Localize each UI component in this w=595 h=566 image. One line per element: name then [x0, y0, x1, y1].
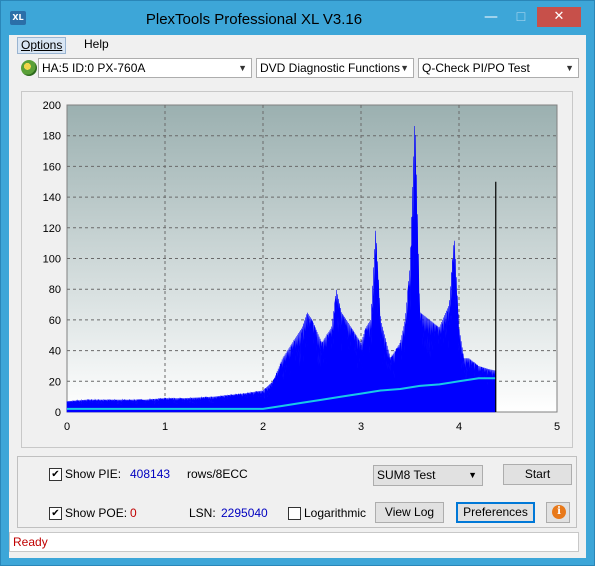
- x-tick-label: 5: [554, 421, 560, 433]
- y-tick-label: 160: [43, 161, 61, 173]
- menu-help[interactable]: Help: [81, 37, 112, 52]
- sum-test-select[interactable]: SUM8 Test ▼: [373, 465, 483, 486]
- chevron-down-icon: ▼: [400, 63, 409, 73]
- drive-select-value: HA:5 ID:0 PX-760A: [42, 61, 146, 75]
- x-tick-label: 1: [162, 421, 168, 433]
- menu-help-label: Help: [84, 37, 109, 51]
- function-select[interactable]: DVD Diagnostic Functions ▼: [256, 58, 414, 78]
- lsn-label: LSN:: [189, 506, 216, 520]
- logarithmic-checkbox[interactable]: [288, 507, 301, 520]
- poe-value: 0: [130, 506, 137, 520]
- test-select-value: Q-Check PI/PO Test: [422, 61, 530, 75]
- pie-unit: rows/8ECC: [187, 467, 248, 481]
- window-title: PlexTools Professional XL V3.16: [145, 11, 363, 28]
- y-tick-label: 100: [43, 254, 61, 266]
- lsn-value: 2295040: [221, 506, 268, 520]
- chart-panel: 0 20 40 60 80 100 120 140 160 180 200 0 1 2 3 4 5: [21, 91, 573, 448]
- y-tick-label: 200: [43, 100, 61, 112]
- logarithmic-label: Logarithmic: [304, 506, 367, 520]
- chevron-down-icon: ▼: [565, 63, 574, 73]
- y-tick-label: 60: [49, 315, 61, 327]
- y-tick-label: 20: [49, 376, 61, 388]
- menu-bar: Options Help: [9, 35, 586, 54]
- info-icon: i: [552, 505, 566, 519]
- close-button[interactable]: ✕: [537, 7, 581, 27]
- drive-disc-icon: [21, 60, 37, 76]
- menu-options[interactable]: Options: [17, 37, 67, 54]
- show-pie-checkbox[interactable]: ✔: [49, 468, 62, 481]
- main-window: XL PlexTools Professional XL V3.16 — ☐ ✕…: [0, 0, 595, 566]
- show-pie-label: Show PIE:: [65, 467, 122, 481]
- pie-chart-svg: 0 20 40 60 80 100 120 140 160 180 200 0 1 2 3 4 5: [43, 100, 560, 433]
- y-tick-label: 80: [49, 284, 61, 296]
- title-bar[interactable]: XL PlexTools Professional XL V3.16 — ☐ ✕: [1, 1, 594, 35]
- status-text: Ready: [13, 535, 48, 549]
- info-button[interactable]: i: [546, 502, 570, 523]
- sum-test-value: SUM8 Test: [377, 468, 436, 482]
- show-poe-checkbox[interactable]: ✔: [49, 507, 62, 520]
- chevron-down-icon: ▼: [238, 63, 247, 73]
- y-tick-label: 120: [43, 223, 61, 235]
- menu-options-label: Options: [21, 38, 63, 52]
- y-tick-label: 180: [43, 131, 61, 143]
- x-tick-label: 2: [260, 421, 266, 433]
- show-poe-label: Show POE:: [65, 506, 128, 520]
- maximize-button[interactable]: ☐: [508, 7, 534, 27]
- y-tick-label: 140: [43, 192, 61, 204]
- chevron-down-icon: ▼: [468, 470, 477, 480]
- x-tick-label: 4: [456, 421, 462, 433]
- drive-select[interactable]: HA:5 ID:0 PX-760A ▼: [38, 58, 252, 78]
- test-select[interactable]: Q-Check PI/PO Test ▼: [418, 58, 579, 78]
- results-panel: ✔ Show PIE: 408143 rows/8ECC ✔ Show POE:…: [17, 456, 577, 528]
- preferences-button[interactable]: Preferences: [456, 502, 535, 523]
- function-select-value: DVD Diagnostic Functions: [260, 61, 401, 75]
- x-tick-label: 0: [64, 421, 70, 433]
- x-tick-label: 3: [358, 421, 364, 433]
- toolbar: HA:5 ID:0 PX-760A ▼ DVD Diagnostic Functi…: [9, 56, 586, 81]
- minimize-button[interactable]: —: [478, 7, 504, 27]
- y-tick-label: 0: [55, 407, 61, 419]
- client-area: Options Help HA:5 ID:0 PX-760A ▼ DVD Diag…: [9, 35, 586, 558]
- y-tick-label: 40: [49, 346, 61, 358]
- status-bar: Ready: [9, 532, 579, 552]
- start-button[interactable]: Start: [503, 464, 572, 485]
- view-log-button[interactable]: View Log: [375, 502, 444, 523]
- pie-value: 408143: [130, 467, 171, 481]
